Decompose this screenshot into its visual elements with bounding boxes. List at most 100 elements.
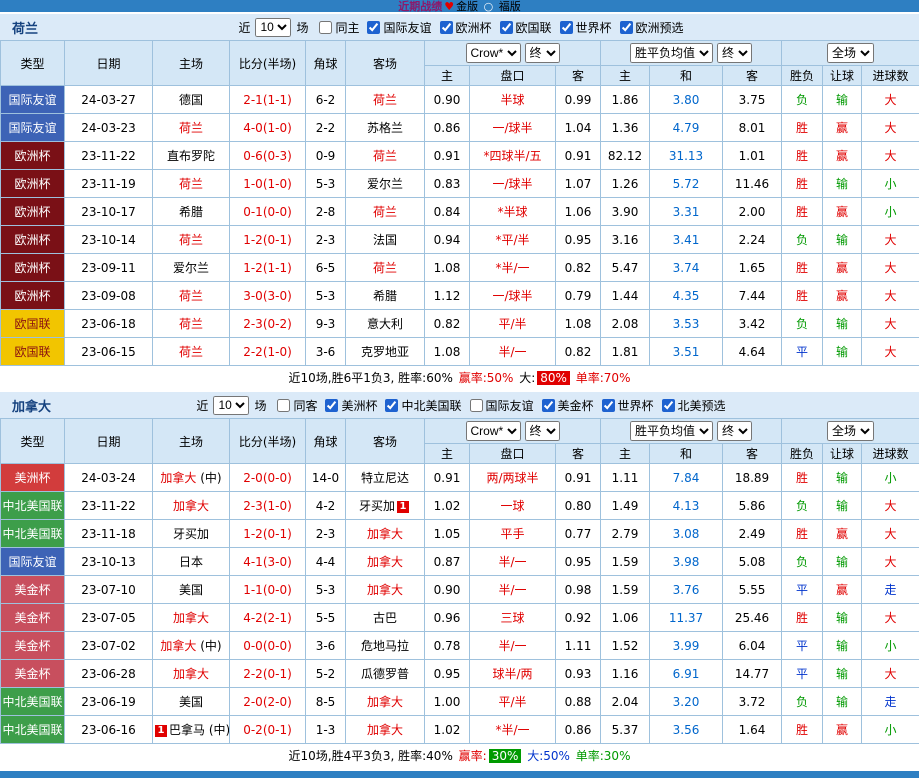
avg-type-select[interactable]: 胜平负均值 <box>630 421 713 441</box>
avg-draw: 3.51 <box>650 338 723 366</box>
match-date: 23-06-18 <box>65 310 153 338</box>
avg-type-select[interactable]: 胜平负均值 <box>630 43 713 63</box>
away-team: 牙买加1 <box>346 492 425 520</box>
fu-version-link[interactable]: 福版 <box>499 0 521 12</box>
away-team: 特立尼达 <box>346 464 425 492</box>
avg-draw: 31.13 <box>650 142 723 170</box>
sub-header-odds-away: 客 <box>556 444 601 464</box>
scope-select[interactable]: 全场 <box>827 43 874 63</box>
odds-final-select[interactable]: 终 <box>525 421 560 441</box>
league-badge: 美金杯 <box>1 632 65 660</box>
filter-欧洲预选[interactable]: 欧洲预选 <box>620 19 684 36</box>
away-team: 加拿大 <box>346 548 425 576</box>
match-row: 欧洲杯23-10-17希腊0-1(0-0)2-8荷兰0.84*半球1.063.9… <box>1 198 919 226</box>
filter-同主[interactable]: 同主 <box>319 19 359 36</box>
filter-checkbox[interactable] <box>277 399 290 412</box>
filter-checkbox[interactable] <box>385 399 398 412</box>
filter-checkbox[interactable] <box>662 399 675 412</box>
let-result: 赢 <box>823 520 862 548</box>
league-badge: 国际友谊 <box>1 86 65 114</box>
team-name: 意大利 <box>367 317 403 331</box>
filter-checkbox[interactable] <box>500 21 513 34</box>
filter-北美预选[interactable]: 北美预选 <box>662 397 726 414</box>
match-row: 美洲杯24-03-24加拿大 (中)2-0(0-0)14-0特立尼达0.91两/… <box>1 464 919 492</box>
result: 胜 <box>782 114 823 142</box>
match-row: 中北美国联23-11-22加拿大2-3(1-0)4-2牙买加11.02一球0.8… <box>1 492 919 520</box>
avg-final-select[interactable]: 终 <box>717 421 752 441</box>
col-header-date: 日期 <box>65 419 153 464</box>
filter-欧洲杯[interactable]: 欧洲杯 <box>440 19 492 36</box>
goals-result: 大 <box>862 520 919 548</box>
league-badge: 美金杯 <box>1 604 65 632</box>
filter-中北美国联[interactable]: 中北美国联 <box>385 397 461 414</box>
match-count-select[interactable]: 10 <box>213 396 249 415</box>
handicap: 平/半 <box>470 310 556 338</box>
away-team: 古巴 <box>346 604 425 632</box>
league-badge: 国际友谊 <box>1 548 65 576</box>
filter-美洲杯[interactable]: 美洲杯 <box>325 397 377 414</box>
filter-欧国联[interactable]: 欧国联 <box>500 19 552 36</box>
score: 0-1(0-0) <box>230 198 306 226</box>
result: 胜 <box>782 198 823 226</box>
filter-同客[interactable]: 同客 <box>277 397 317 414</box>
result: 平 <box>782 660 823 688</box>
filter-美金杯[interactable]: 美金杯 <box>542 397 594 414</box>
scope-select[interactable]: 全场 <box>827 421 874 441</box>
filter-checkbox[interactable] <box>620 21 633 34</box>
score: 4-2(2-1) <box>230 604 306 632</box>
score: 3-0(3-0) <box>230 282 306 310</box>
league-badge: 美金杯 <box>1 660 65 688</box>
let-result: 输 <box>823 548 862 576</box>
filter-checkbox[interactable] <box>602 399 615 412</box>
filter-世界杯[interactable]: 世界杯 <box>560 19 612 36</box>
avg-away: 3.72 <box>723 688 782 716</box>
odds-home: 0.82 <box>425 310 470 338</box>
red-card-badge: 1 <box>397 501 409 513</box>
neutral-flag: (中) <box>205 723 229 737</box>
top-banner: 近期战绩♥金版 ○ 福版 <box>0 0 919 12</box>
corners: 6-5 <box>306 254 346 282</box>
matches-table: 类型 日期 主场 比分(半场) 角球 客场 Crow*终 胜平负均值终 全场 主… <box>0 418 919 744</box>
gold-version-link[interactable]: 金版 <box>456 0 478 12</box>
summary-segment: 赢率: <box>459 749 487 763</box>
match-date: 23-11-22 <box>65 142 153 170</box>
league-badge: 中北美国联 <box>1 520 65 548</box>
away-team: 克罗地亚 <box>346 338 425 366</box>
result: 平 <box>782 632 823 660</box>
corners: 3-6 <box>306 632 346 660</box>
filter-checkbox[interactable] <box>560 21 573 34</box>
result: 胜 <box>782 142 823 170</box>
team-name: 日本 <box>179 555 203 569</box>
odds-final-select[interactable]: 终 <box>525 43 560 63</box>
filter-checkbox[interactable] <box>542 399 555 412</box>
match-count-select[interactable]: 10 <box>255 18 291 37</box>
filter-label: 国际友谊 <box>486 397 534 414</box>
corners: 4-4 <box>306 548 346 576</box>
odds-home: 0.78 <box>425 632 470 660</box>
score: 1-2(0-1) <box>230 520 306 548</box>
filter-国际友谊[interactable]: 国际友谊 <box>367 19 431 36</box>
filter-国际友谊[interactable]: 国际友谊 <box>470 397 534 414</box>
odds-away: 1.08 <box>556 310 601 338</box>
filter-label: 中北美国联 <box>401 397 461 414</box>
avg-final-select[interactable]: 终 <box>717 43 752 63</box>
result: 平 <box>782 576 823 604</box>
result: 负 <box>782 226 823 254</box>
team-name: 加拿大 <box>173 667 209 681</box>
avg-home: 1.36 <box>601 114 650 142</box>
odds-source-select[interactable]: Crow* <box>466 43 521 63</box>
filter-checkbox[interactable] <box>319 21 332 34</box>
filter-checkbox[interactable] <box>470 399 483 412</box>
odds-home: 0.91 <box>425 142 470 170</box>
league-badge: 中北美国联 <box>1 492 65 520</box>
odds-source-select[interactable]: Crow* <box>466 421 521 441</box>
filter-世界杯[interactable]: 世界杯 <box>602 397 654 414</box>
odds-away: 1.04 <box>556 114 601 142</box>
filter-checkbox[interactable] <box>440 21 453 34</box>
filter-checkbox[interactable] <box>367 21 380 34</box>
filter-checkbox[interactable] <box>325 399 338 412</box>
result: 胜 <box>782 464 823 492</box>
filter-bar: 近10场同主国际友谊欧洲杯欧国联世界杯欧洲预选 <box>235 18 683 37</box>
avg-home: 3.16 <box>601 226 650 254</box>
near-label: 近 <box>238 19 250 36</box>
